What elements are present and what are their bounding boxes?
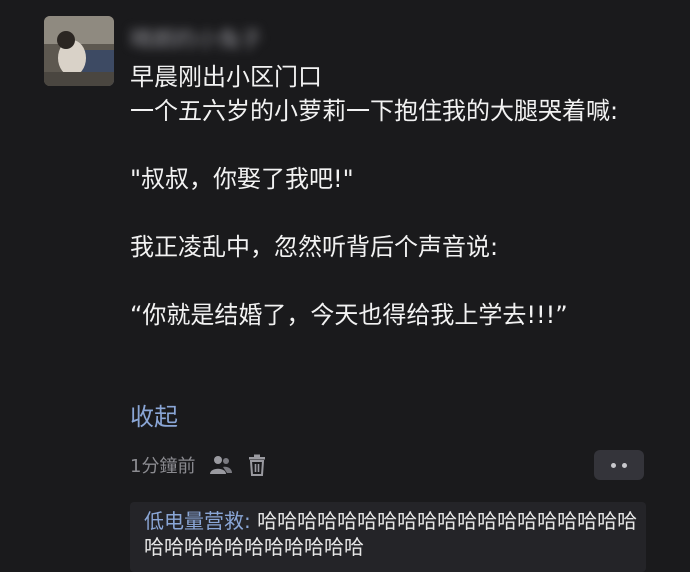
more-dots-icon — [622, 462, 627, 468]
comment-line: “你就是结婚了，今天也得给我上学去!!!” — [130, 301, 568, 329]
username[interactable]: 晴朗的小兔子 — [130, 22, 262, 54]
users-icon[interactable] — [209, 454, 233, 476]
timestamp: 1分鐘前 — [130, 456, 196, 477]
comment-body: 早晨刚出小区门口 一个五六岁的小萝莉一下抱住我的大腿哭着喊: "叔叔，你娶了我吧… — [130, 60, 650, 332]
reply-author[interactable]: 低电量营救: — [144, 509, 251, 533]
comment-line: 早晨刚出小区门口 — [130, 63, 322, 91]
collapse-link[interactable]: 收起 — [130, 400, 178, 434]
comment-line: "叔叔，你娶了我吧!" — [130, 165, 354, 193]
comment-line: 一个五六岁的小萝莉一下抱住我的大腿哭着喊: — [130, 97, 619, 125]
avatar-photo — [44, 16, 114, 86]
comment-meta: 1分鐘前 — [130, 452, 267, 478]
comment-line: 我正凌乱中，忽然听背后个声音说: — [130, 233, 499, 261]
avatar[interactable] — [44, 16, 114, 86]
trash-icon[interactable] — [247, 454, 267, 476]
more-options-button[interactable] — [594, 450, 644, 480]
more-dots-icon — [611, 462, 616, 468]
